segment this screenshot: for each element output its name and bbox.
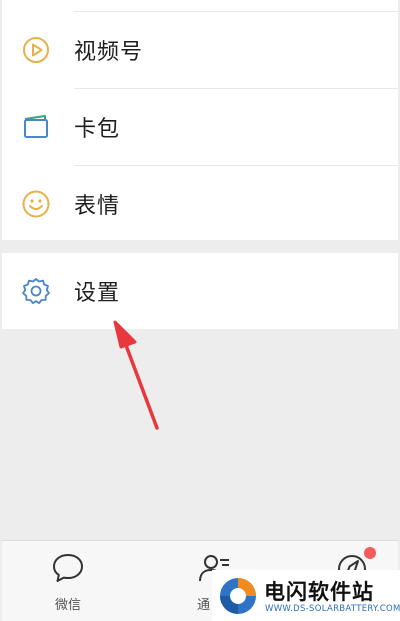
tab-label: 微信 bbox=[54, 598, 81, 613]
menu-item-label: 设置 bbox=[74, 281, 121, 306]
chat-bubble-icon bbox=[53, 554, 83, 582]
menu-item-channels[interactable]: 视频号 bbox=[2, 12, 398, 88]
site-watermark: 电闪软件站 WWW.DS-SOLARBATTERY.COM bbox=[212, 570, 400, 621]
site-logo-icon bbox=[220, 578, 256, 614]
card-wallet-icon bbox=[24, 115, 48, 138]
menu-item-card-wallet[interactable]: 卡包 bbox=[2, 89, 398, 165]
smiley-face-icon bbox=[22, 190, 50, 218]
phone-screen: 视频号 卡包 表情 设置 微信 通 bbox=[2, 0, 398, 621]
channels-play-icon bbox=[23, 37, 49, 63]
menu-item-label: 表情 bbox=[74, 194, 121, 219]
menu-item-stickers[interactable]: 表情 bbox=[2, 166, 398, 242]
notification-badge bbox=[364, 547, 376, 559]
menu-group-settings: 设置 bbox=[2, 253, 398, 329]
menu-item-label: 视频号 bbox=[74, 40, 144, 65]
menu-item-label: 卡包 bbox=[74, 117, 121, 142]
gear-icon bbox=[22, 278, 50, 305]
tab-chats[interactable]: 微信 bbox=[2, 541, 134, 621]
menu-group-top: 视频号 卡包 表情 bbox=[2, 0, 398, 240]
watermark-url: WWW.DS-SOLARBATTERY.COM bbox=[265, 604, 400, 614]
menu-item-settings[interactable]: 设置 bbox=[2, 253, 398, 329]
watermark-title: 电闪软件站 bbox=[264, 580, 374, 604]
